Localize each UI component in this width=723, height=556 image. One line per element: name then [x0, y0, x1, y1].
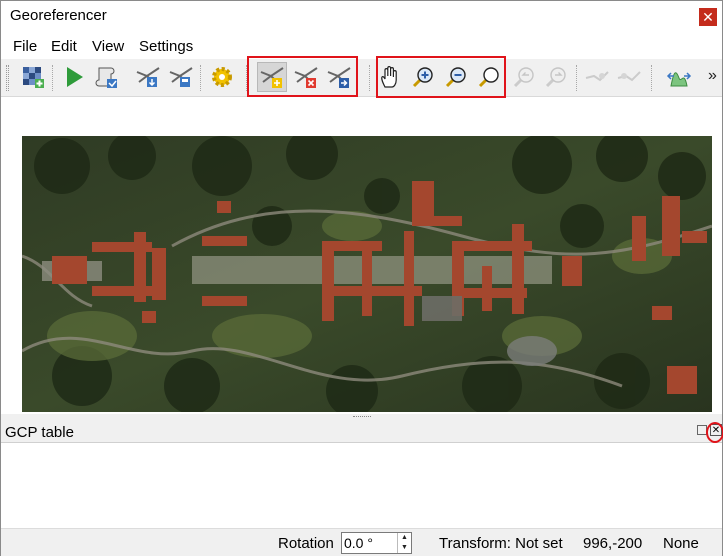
generate-gdal-script-icon	[95, 67, 117, 88]
transform-status: Transform: Not set	[439, 535, 563, 552]
gcp-table[interactable]	[1, 444, 722, 528]
start-georeferencing-button[interactable]	[59, 62, 89, 92]
highlight-panel-close	[706, 422, 723, 443]
zoom-last-icon	[513, 67, 534, 88]
rotation-spin-arrows[interactable]: ▲ ▼	[397, 533, 411, 553]
georeferencer-window: Georeferencer ✕ File Edit View Settings	[0, 0, 723, 556]
toolbar-separator	[369, 65, 371, 91]
gcp-panel-title: GCP table	[5, 424, 74, 441]
window-close-button[interactable]: ✕	[699, 8, 717, 26]
splitter-grip[interactable]	[353, 416, 371, 419]
toolbar: »	[1, 56, 722, 98]
transformation-settings-icon	[212, 67, 232, 87]
rotation-label: Rotation	[278, 535, 334, 552]
generate-gdal-script-button[interactable]	[91, 62, 121, 92]
transformation-settings-button[interactable]	[207, 62, 237, 92]
save-gcp-points-icon	[169, 67, 193, 87]
status-bar: Rotation ▲▼ Transform: Not set 996,-200 …	[1, 528, 722, 556]
rotation-spinbox[interactable]: ▲▼	[341, 532, 412, 554]
start-georeferencing-icon	[67, 67, 83, 87]
toolbar-separator	[200, 65, 202, 91]
map-canvas[interactable]	[1, 98, 722, 414]
toolbar-overflow-button[interactable]: »	[708, 67, 717, 85]
menu-settings[interactable]: Settings	[139, 38, 193, 55]
toolbar-separator	[651, 65, 653, 91]
highlight-navigation-tools	[376, 56, 506, 98]
link-georeferencer-button[interactable]	[582, 62, 612, 92]
open-raster-icon	[23, 67, 44, 88]
coordinates-readout: 996,-200	[583, 535, 643, 552]
toolbar-separator	[52, 65, 54, 91]
toolbar-handle[interactable]	[6, 65, 9, 91]
load-gcp-points-icon	[136, 67, 160, 87]
link-qgis-button[interactable]	[614, 62, 644, 92]
menu-bar: File Edit View Settings	[1, 36, 722, 58]
gcp-panel-header: GCP table ✕	[1, 421, 722, 443]
aerial-raster-image	[22, 136, 712, 412]
link-qgis-icon	[617, 71, 641, 82]
title-bar: Georeferencer ✕	[1, 1, 722, 33]
save-gcp-points-button[interactable]	[166, 62, 196, 92]
full-histogram-stretch-button[interactable]	[664, 62, 694, 92]
menu-file[interactable]: File	[13, 38, 37, 55]
crs-status[interactable]: None	[663, 535, 699, 552]
menu-edit[interactable]: Edit	[51, 38, 77, 55]
rotation-input[interactable]	[344, 535, 396, 551]
open-raster-button[interactable]	[18, 62, 48, 92]
highlight-point-tools	[247, 56, 358, 97]
load-gcp-points-button[interactable]	[133, 62, 163, 92]
menu-view[interactable]: View	[92, 38, 124, 55]
zoom-last-button[interactable]	[509, 62, 539, 92]
link-georeferencer-icon	[585, 71, 609, 82]
window-title: Georeferencer	[10, 7, 107, 24]
panel-splitter[interactable]	[1, 414, 722, 421]
zoom-next-button[interactable]	[541, 62, 571, 92]
zoom-next-icon	[545, 67, 566, 88]
toolbar-separator	[576, 65, 578, 91]
full-histogram-stretch-icon	[666, 72, 692, 87]
